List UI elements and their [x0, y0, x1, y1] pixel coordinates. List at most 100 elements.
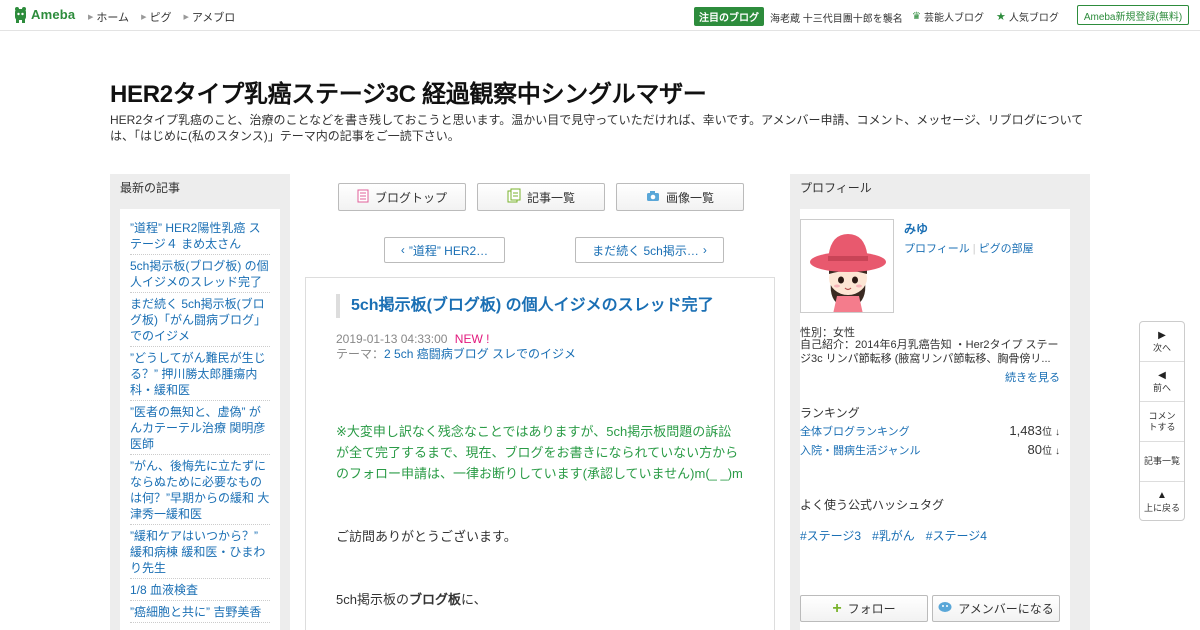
profile-box: みゆ プロフィール | ピグの部屋 性別：女性 自己紹介：2014年6月乳癌告知 ・… — [800, 209, 1070, 630]
nav-pigg[interactable]: ▶ ピグ — [141, 9, 171, 25]
popular-blog-link[interactable]: ★ 人気ブログ — [996, 9, 1059, 24]
next-nav-button[interactable]: ▶ 次へ — [1140, 322, 1184, 362]
blog-nav-buttons: ブログトップ 記事一覧 画像一覧 — [338, 183, 744, 211]
ranking-row: 全体ブログランキング 1,483位 ↓ — [800, 423, 1060, 439]
nav-home[interactable]: ▶ ホーム — [88, 9, 129, 25]
image-list-button[interactable]: 画像一覧 — [616, 183, 744, 211]
back-to-top-label: 上に戻る — [1143, 503, 1180, 513]
crown-icon: ♛ — [912, 11, 921, 22]
recent-articles-list: ”道程” HER2陽性乳癌 ステージ４ まめ太さん 5ch掲示板(ブログ板) の… — [120, 209, 280, 630]
theme-link[interactable]: 2 5ch 癌闘病ブログ スレでのイジメ — [384, 347, 576, 361]
follow-button[interactable]: + フォロー — [800, 595, 928, 622]
ranking-heading: ランキング — [800, 406, 860, 420]
global-header: Ameba ▶ ホーム ▶ ピグ ▶ アメブロ 注目のブログ 海老蔵 十三代目團十郎を… — [0, 0, 1200, 31]
profile-name[interactable]: みゆ — [904, 220, 928, 237]
image-list-label: 画像一覧 — [665, 190, 714, 205]
hashtag-link[interactable]: #ステージ3 — [800, 527, 861, 544]
hashtag-link[interactable]: #ステージ4 — [926, 527, 987, 544]
caret-right-icon: ▶ — [88, 14, 94, 21]
pigg-room-link[interactable]: ピグの部屋 — [979, 243, 1034, 255]
notice-line: のフォロー申請は、一律お断りしています(承認していません)m(_ _)m — [336, 466, 743, 481]
camera-icon — [646, 190, 660, 205]
follow-label: フォロー — [847, 602, 896, 616]
recent-article-link[interactable]: 5ch掲示板(ブログ板) の個人イジメのスレッド完了 — [130, 255, 270, 293]
comment-nav-label: コメントする — [1148, 410, 1176, 432]
profile-panel: プロフィール みゆ プロフィール | ピグの部屋 性別：女性 自己紹介：2014… — [790, 174, 1090, 630]
greeting-text: ご訪問ありがとうございます。 — [336, 529, 517, 544]
logo-text: Ameba — [31, 7, 76, 22]
back-to-top-button[interactable]: ▲ 上に戻る — [1140, 482, 1184, 522]
recent-articles-heading: 最新の記事 — [120, 181, 181, 195]
star-icon: ★ — [996, 11, 1006, 23]
link-separator: | — [972, 243, 976, 255]
recent-article-link[interactable]: ”緩和ケアはいつから？” 緩和病棟 緩和医・ひまわり先生 — [130, 525, 270, 579]
triangle-up-icon: ▲ — [1157, 490, 1167, 501]
article-list-label: 記事一覧 — [526, 190, 575, 205]
prev-article-button[interactable]: ‹ ”道程” HER2… — [384, 237, 505, 263]
article-date: 2019-01-13 04:33:00 — [336, 332, 448, 346]
next-nav-label: 次へ — [1152, 342, 1171, 353]
blog-top-button[interactable]: ブログトップ — [338, 183, 466, 211]
nav-home-label: ホーム — [96, 12, 130, 24]
prev-article-label: ”道程” HER2… — [408, 243, 489, 258]
blog-top-label: ブログトップ — [374, 190, 447, 205]
ranking-label[interactable]: 入院・闘病生活ジャンル — [800, 442, 920, 458]
featured-blog-link[interactable]: 海老蔵 十三代目團十郎を襲名 — [770, 10, 903, 25]
recent-article-link[interactable]: ”道程” HER2陽性乳癌 ステージ４ まめ太さん — [130, 217, 270, 255]
article-list-button[interactable]: 記事一覧 — [477, 183, 605, 211]
next-article-label: まだ続く 5ch掲示… — [592, 243, 699, 258]
blog-description: HER2タイプ乳癌のこと、治療のことなどを書き残しておこうと思います。温かい目で… — [110, 113, 1084, 143]
recent-articles-panel: 最新の記事 ”道程” HER2陽性乳癌 ステージ４ まめ太さん 5ch掲示板(ブ… — [110, 174, 290, 630]
hashtag-link[interactable]: #乳がん — [872, 527, 915, 544]
ranking-row: 入院・闘病生活ジャンル 80位 ↓ — [800, 442, 1060, 458]
profile-links: プロフィール | ピグの部屋 — [904, 240, 1034, 256]
body-line: 5ch掲示板のブログ板に、 — [336, 589, 751, 610]
recent-article-link[interactable]: ”がん、後悔先に立たずにならぬために必要なものは何？”早期からの緩和 大津秀一緩… — [130, 455, 270, 525]
chevron-left-icon: ‹ — [400, 243, 405, 257]
play-right-icon: ▶ — [1158, 329, 1166, 341]
nav-ameblo[interactable]: ▶ アメブロ — [183, 9, 235, 25]
article-meta: 2019-01-13 04:33:00 NEW ! テーマ：2 5ch 癌闘病ブ… — [336, 332, 576, 362]
register-button[interactable]: Ameba新規登録(無料) — [1077, 5, 1189, 25]
amember-icon — [938, 601, 952, 616]
recent-article-link[interactable]: 1/8 血液検査 — [130, 579, 270, 601]
profile-heading: プロフィール — [800, 181, 872, 195]
recent-article-link[interactable]: ”どうしてがん難民が生じる？” 押川勝太郎腫瘍内科・緩和医 — [130, 347, 270, 401]
article-title[interactable]: 5ch掲示板(ブログ板) の個人イジメのスレッド完了 — [336, 294, 714, 318]
hashtag-list: #ステージ3 #乳がん #ステージ4 — [800, 527, 987, 544]
plus-icon: + — [832, 599, 842, 617]
comment-nav-button[interactable]: コメントする — [1140, 402, 1184, 442]
ranking-label[interactable]: 全体ブログランキング — [800, 423, 910, 439]
article-list-nav-button[interactable]: 記事一覧 — [1140, 442, 1184, 482]
article-list-nav-label: 記事一覧 — [1143, 456, 1180, 466]
body-line-start: 5ch掲示板の — [336, 592, 409, 607]
popular-blog-label: 人気ブログ — [1008, 13, 1059, 24]
ameba-logo[interactable]: Ameba — [13, 6, 75, 23]
blog-title[interactable]: HER2タイプ乳癌ステージ3C 経過観察中シングルマザー — [110, 74, 707, 109]
notice-line: ※大変申し訳なく残念なことではありますが、5ch掲示板問題の訴訟 — [336, 424, 732, 439]
recent-article-link[interactable]: ”医者の無知と、虚偽” がんカテーテル治療 関明彦医師 — [130, 401, 270, 455]
article: 5ch掲示板(ブログ板) の個人イジメのスレッド完了 2019-01-13 04… — [305, 277, 775, 630]
prev-nav-label: 前へ — [1152, 382, 1171, 393]
document-icon — [357, 189, 369, 206]
recent-article-link[interactable]: まだ続く 5ch掲示板(ブログ板)「がん闘病ブログ」でのイジメ — [130, 293, 270, 347]
amember-button[interactable]: アメンバーになる — [932, 595, 1060, 622]
prev-nav-button[interactable]: ◀ 前へ — [1140, 362, 1184, 402]
ranking-unit: 位 — [1041, 427, 1052, 438]
down-arrow-icon: ↓ — [1055, 427, 1060, 438]
avatar[interactable] — [800, 219, 894, 313]
ameba-logo-icon — [13, 6, 28, 23]
top-nav: ▶ ホーム ▶ ピグ ▶ アメブロ — [88, 9, 235, 25]
read-more-link[interactable]: 続きを見る — [1005, 369, 1060, 385]
next-article-button[interactable]: まだ続く 5ch掲示… › — [575, 237, 724, 263]
celebrity-blog-label: 芸能人ブログ — [923, 13, 984, 24]
documents-icon — [507, 188, 521, 206]
nav-pigg-label: ピグ — [149, 12, 172, 24]
ranking-value: 80 — [1027, 442, 1042, 457]
article-body: ※大変申し訳なく残念なことではありますが、5ch掲示板問題の訴訟 が全て完了する… — [336, 421, 751, 610]
celebrity-blog-link[interactable]: ♛ 芸能人ブログ — [912, 9, 984, 24]
featured-blog-badge: 注目のブログ — [694, 7, 764, 26]
recent-article-link[interactable]: ”癌細胞と共に” 吉野美香 — [130, 601, 270, 623]
profile-link[interactable]: プロフィール — [904, 243, 970, 255]
notice-line: が全て完了するまで、現在、ブログをお書きになられていない方から — [336, 445, 739, 460]
